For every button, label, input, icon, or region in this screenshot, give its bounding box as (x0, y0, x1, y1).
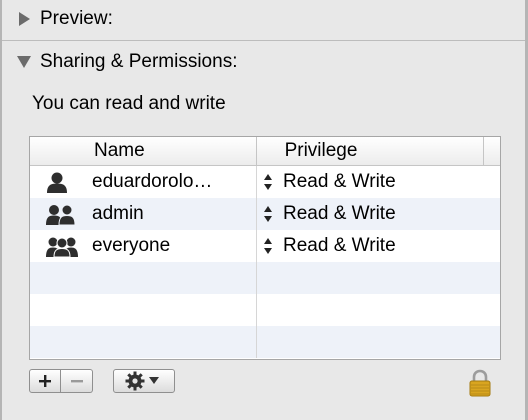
user-name: admin (92, 203, 144, 224)
permission-status-text: You can read and write (32, 93, 226, 114)
minus-icon (70, 380, 83, 383)
empty-cell (30, 326, 256, 358)
preview-section-header[interactable]: Preview: (14, 4, 113, 34)
user-name: eduardorolo… (92, 171, 213, 192)
lock-icon[interactable] (467, 369, 493, 397)
plus-icon (39, 375, 51, 387)
privilege-stepper-icon[interactable] (263, 171, 275, 193)
column-header-filler (483, 137, 500, 165)
privilege-cell[interactable]: Read & Write (256, 198, 500, 230)
name-cell: admin (30, 198, 256, 230)
table-row[interactable]: admin Read & Write (30, 198, 500, 230)
everyone-group-icon (46, 234, 78, 258)
empty-cell (30, 262, 256, 294)
privilege-cell[interactable]: Read & Write (256, 230, 500, 262)
user-group-icon (46, 202, 78, 226)
name-cell: everyone (30, 230, 256, 262)
action-menu-button[interactable] (113, 369, 175, 393)
empty-cell (256, 326, 500, 358)
disclosure-expanded-icon[interactable] (14, 52, 34, 72)
permissions-table: Name Privilege eduardorolo… Read & Write… (29, 136, 501, 360)
sharing-permissions-panel: Preview: Sharing & Permissions: You can … (0, 0, 528, 420)
privilege-stepper-icon[interactable] (263, 203, 275, 225)
empty-row (30, 326, 500, 358)
disclosure-collapsed-icon[interactable] (14, 9, 34, 29)
privilege-value: Read & Write (283, 203, 396, 224)
empty-cell (256, 262, 500, 294)
privilege-value: Read & Write (283, 171, 396, 192)
sharing-section-header[interactable]: Sharing & Permissions: (14, 47, 237, 77)
table-header: Name Privilege (30, 137, 500, 166)
privilege-stepper-icon[interactable] (263, 235, 275, 257)
column-header-privilege[interactable]: Privilege (255, 137, 483, 165)
single-user-icon (46, 170, 78, 194)
gear-icon (125, 371, 145, 391)
name-cell: eduardorolo… (30, 166, 256, 198)
user-name: everyone (92, 235, 171, 256)
table-row[interactable]: eduardorolo… Read & Write (30, 166, 500, 198)
permissions-toolbar (29, 368, 175, 394)
add-user-button[interactable] (29, 369, 61, 393)
column-header-name[interactable]: Name (30, 137, 256, 165)
empty-cell (256, 294, 500, 326)
preview-section-title: Preview: (40, 8, 113, 29)
empty-row (30, 262, 500, 294)
table-rows: eduardorolo… Read & Write admin Read & W… (30, 166, 500, 358)
section-divider (2, 40, 525, 41)
remove-user-button[interactable] (61, 369, 93, 393)
privilege-cell[interactable]: Read & Write (256, 166, 500, 198)
privilege-value: Read & Write (283, 235, 396, 256)
empty-cell (30, 294, 256, 326)
sharing-section-title: Sharing & Permissions: (40, 51, 238, 72)
chevron-down-icon (149, 377, 159, 384)
empty-row (30, 294, 500, 326)
table-row[interactable]: everyone Read & Write (30, 230, 500, 262)
